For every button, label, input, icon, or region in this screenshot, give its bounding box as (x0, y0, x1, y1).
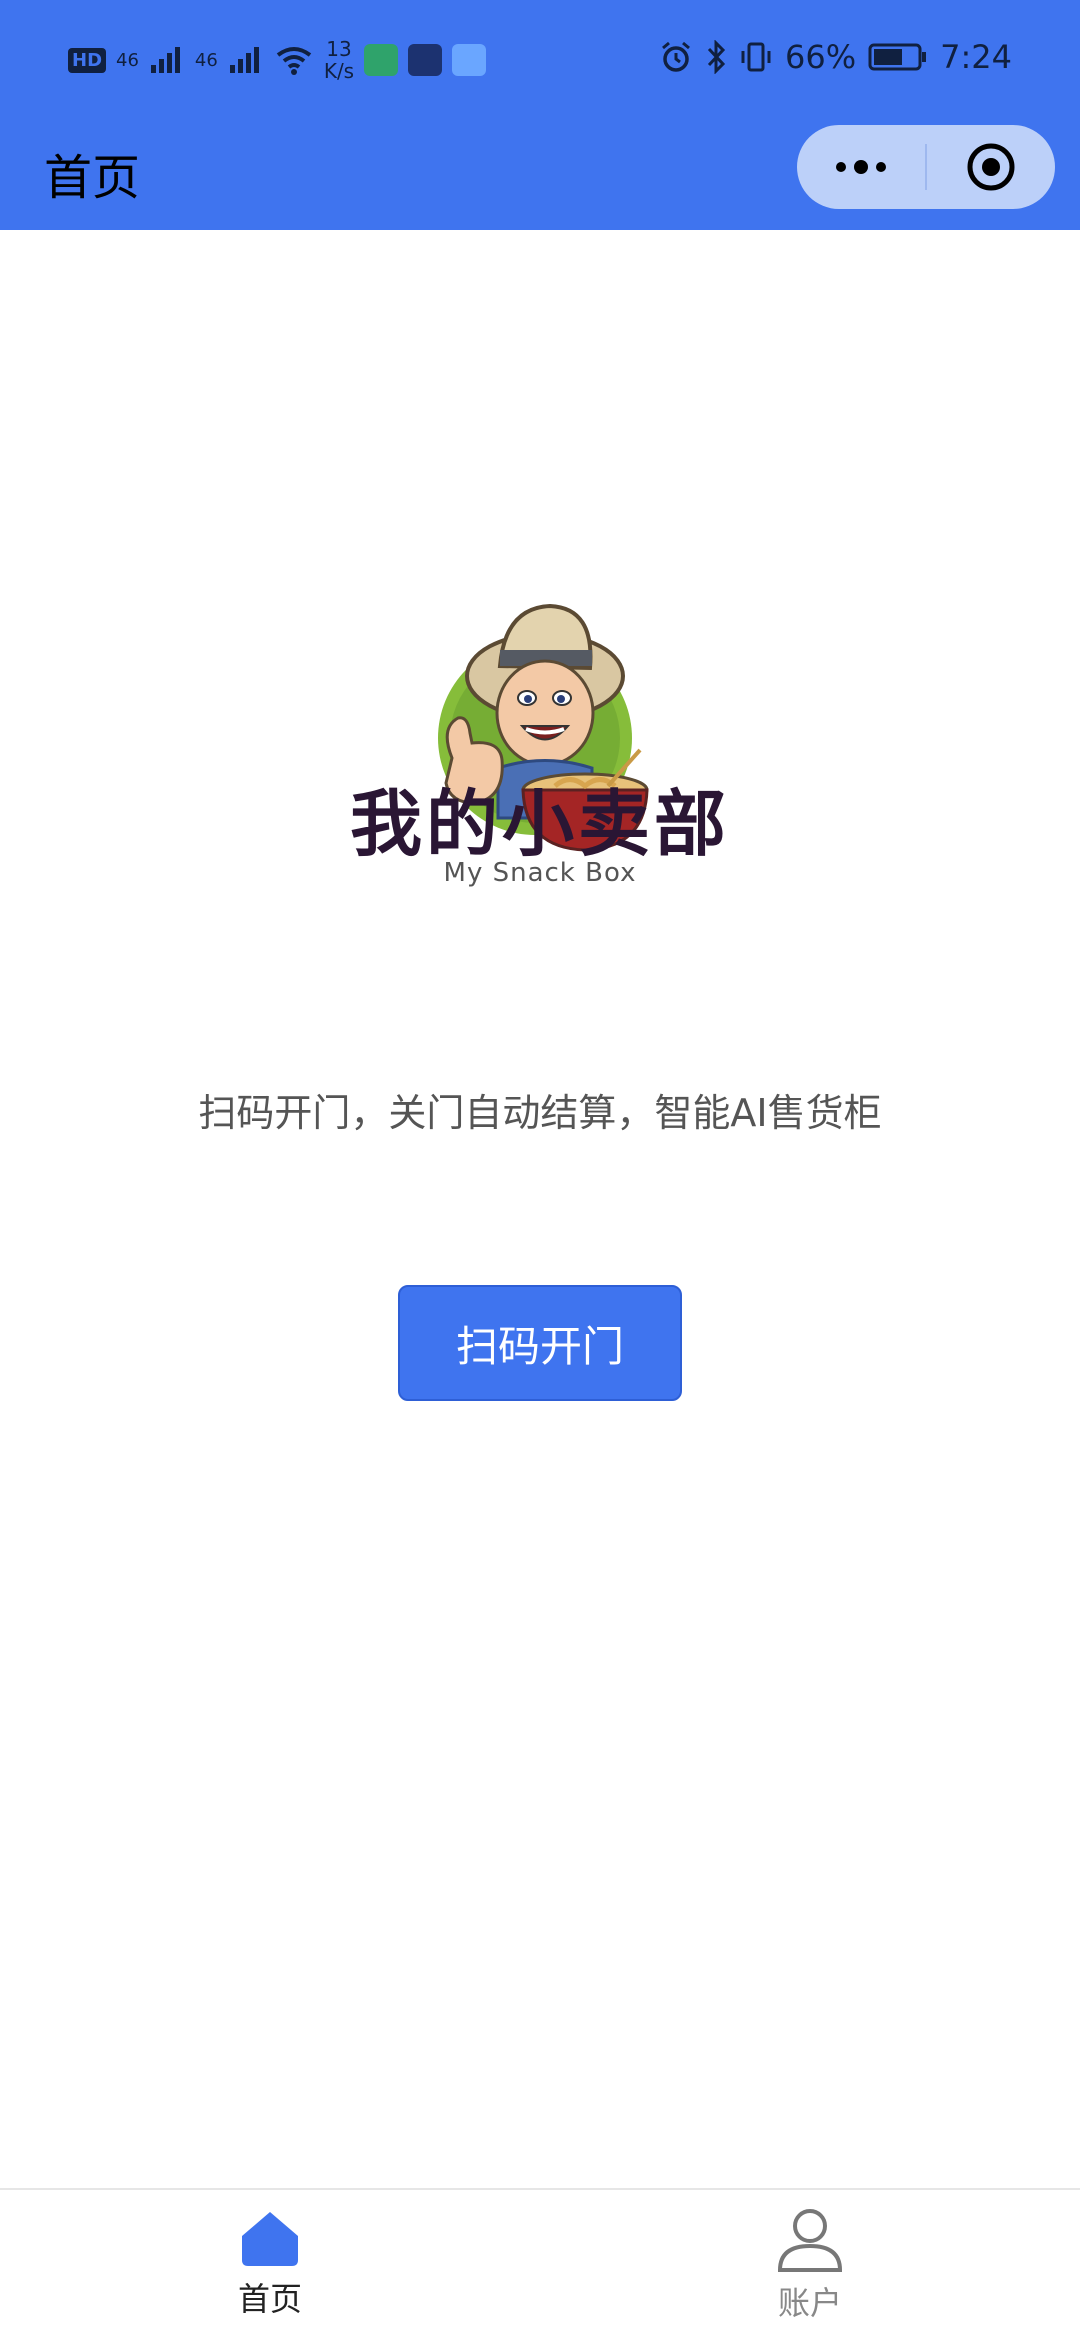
cell-signal-icon (150, 47, 180, 73)
tab-home-label: 首页 (237, 2280, 302, 2318)
home-icon (242, 2212, 298, 2266)
clock-time: 7:24 (940, 38, 1012, 76)
tab-account-label: 账户 (777, 2284, 842, 2322)
page-title: 首页 (44, 150, 141, 206)
cell-signal-icon-2 (229, 47, 259, 73)
cloud-notification-icon (452, 44, 487, 76)
bluetooth-icon (707, 40, 726, 74)
scan-open-door-button[interactable]: 扫码开门 (398, 1285, 682, 1401)
more-dots-icon (836, 160, 886, 174)
hd-badge: HD (68, 47, 107, 73)
mini-program-capsule (797, 125, 1055, 209)
speed-unit: K/s (323, 59, 355, 83)
battery-icon (868, 43, 927, 71)
app-notification-icon (364, 44, 399, 76)
status-right: 66% 7:24 (659, 38, 1012, 76)
signal-2-label: 46 (194, 49, 218, 71)
status-left: HD 46 46 13 K/s (68, 38, 487, 82)
more-button[interactable] (797, 125, 925, 209)
close-button[interactable] (927, 125, 1055, 209)
brand-name-english: My Snack Box (443, 858, 637, 888)
status-bar: HD 46 46 13 K/s 66% 7:24 (0, 0, 1080, 120)
main-content: 我的小卖部 My Snack Box 扫码开门，关门自动结算，智能AI售货柜 扫… (0, 230, 1080, 2188)
wifi-icon (276, 47, 312, 75)
user-icon (777, 2209, 843, 2272)
network-speed: 13 K/s (324, 38, 354, 82)
tab-account[interactable]: 账户 (710, 2208, 910, 2324)
vibrate-icon (741, 42, 771, 72)
battery-percent: 66% (785, 38, 857, 76)
signal-1-label: 46 (116, 49, 139, 71)
tab-bar: 首页 账户 (0, 2188, 1080, 2340)
speed-value: 13 (326, 37, 352, 61)
mail-notification-icon (408, 44, 443, 76)
brand-name-chinese: 我的小卖部 (349, 781, 730, 866)
tab-home[interactable]: 首页 (170, 2208, 370, 2320)
alarm-icon (662, 41, 690, 72)
screen: HD 46 46 13 K/s 66% 7:24 首页 我的小卖部 My Sna… (0, 0, 1080, 2340)
target-close-icon (967, 143, 1015, 191)
slogan-text: 扫码开门，关门自动结算，智能AI售货柜 (198, 1091, 882, 1135)
navigation-bar: 首页 (0, 120, 1080, 230)
